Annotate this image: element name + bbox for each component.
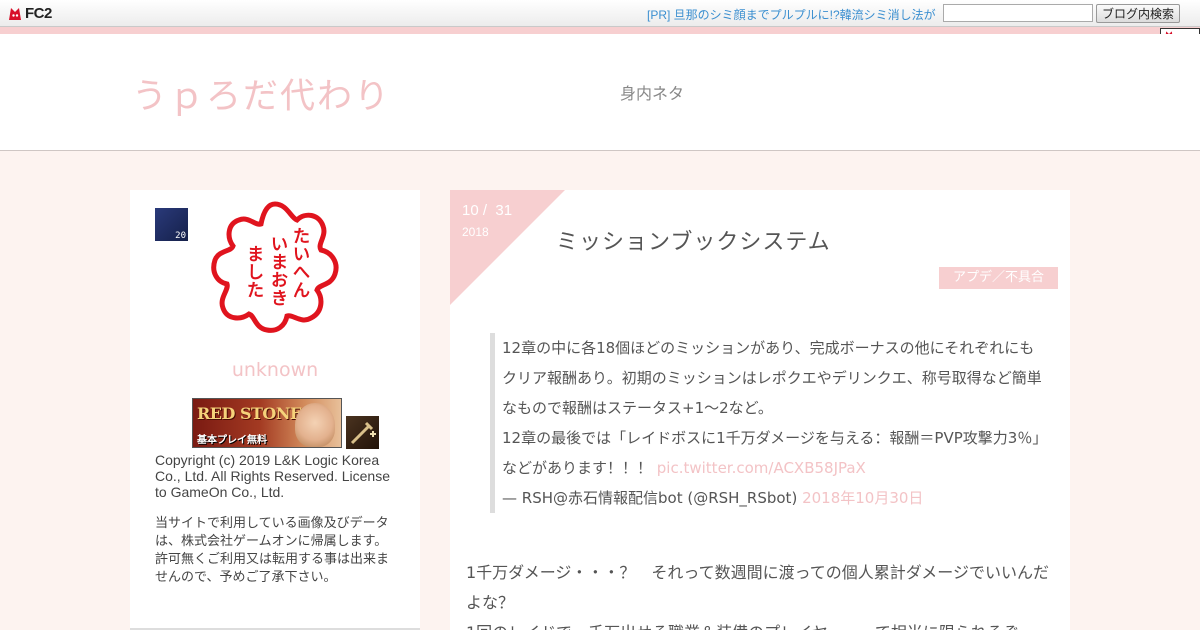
level-badge: 20 xyxy=(175,231,186,241)
tweet-date-link[interactable]: 2018年10月30日 xyxy=(802,489,923,507)
profile-stamp-image: たいへん いまおき ました xyxy=(211,201,339,333)
game-class-icon[interactable]: 20 xyxy=(155,208,188,241)
stamp-text-group: たいへん いまおき ました xyxy=(247,227,310,309)
banner-logo-text: RED STONE xyxy=(197,404,302,423)
quote-author: — RSH@赤石情報配信bot (@RSH_RSbot) xyxy=(502,489,803,507)
svg-text:へ: へ xyxy=(293,263,310,283)
quote-paragraph: 12章の中に各18個ほどのミッションがあり、完成ボーナスの他にそれぞれにもクリア… xyxy=(502,339,1042,417)
svg-text:た: た xyxy=(293,227,310,247)
game-item-icon[interactable] xyxy=(346,416,379,449)
svg-text:い: い xyxy=(293,245,310,265)
fc2-fox-icon xyxy=(9,7,21,20)
svg-text:い: い xyxy=(271,235,288,255)
post-article: 10 / 31 2018 ミッションブックシステム アプデ／不具合 12章の中に… xyxy=(450,190,1070,630)
blog-title[interactable]: うｐろだ代わり xyxy=(132,68,391,119)
svg-text:き: き xyxy=(271,289,288,309)
post-body: 1千万ダメージ・・・？ それって数週間に渡っての個人累計ダメージでいいんだよな？… xyxy=(466,558,1056,630)
sidebar-profile: たいへん いまおき ました unknown 20 RED STONE 基本プレイ… xyxy=(130,190,420,630)
pr-ad-link[interactable]: [PR] 旦那のシミ顔までプルプルに!?韓流シミ消し法が xyxy=(647,6,936,23)
svg-text:ん: ん xyxy=(293,281,310,301)
blog-search-button[interactable]: ブログ内検索 xyxy=(1096,4,1180,23)
fc2-logo[interactable]: FC2 xyxy=(7,4,52,23)
quote-paragraph: 12章の最後では「レイドボスに1千万ダメージを与える：報酬＝PVP攻撃力3％」な… xyxy=(502,423,1046,483)
svg-text:お: お xyxy=(271,271,288,291)
post-category-tag[interactable]: アプデ／不具合 xyxy=(938,267,1058,289)
usage-notice: 当サイトで利用している画像及びデータは、株式会社ゲームオンに帰属します。 許可無… xyxy=(155,515,400,587)
banner-free-text: 基本プレイ無料 xyxy=(197,435,267,446)
post-date-month-day: 10 / 31 xyxy=(462,202,513,219)
svg-text:し: し xyxy=(247,263,264,283)
profile-name: unknown xyxy=(231,359,319,381)
svg-text:ま: ま xyxy=(271,253,288,273)
notice-line: 許可無くご利用又は転用する事は出来ませんので、予めご了承下さい。 xyxy=(155,552,390,585)
red-stone-banner[interactable]: RED STONE 基本プレイ無料 xyxy=(192,398,342,448)
fc2-top-bar: FC2 [PR] 旦那のシミ顔までプルプルに!?韓流シミ消し法が ブログ内検索 xyxy=(0,0,1200,27)
sword-icon xyxy=(350,421,376,445)
svg-text:ま: ま xyxy=(247,245,264,265)
post-title[interactable]: ミッションブックシステム xyxy=(556,224,831,256)
copyright-text: Copyright (c) 2019 L&K Logic Korea Co., … xyxy=(155,452,391,500)
blog-description: 身内ネタ xyxy=(620,84,685,103)
post-body-paragraph: 1千万ダメージ・・・？ それって数週間に渡っての個人累計ダメージでいいんだよな？ xyxy=(466,563,1049,612)
embedded-tweet-quote: 12章の中に各18個ほどのミッションがあり、完成ボーナスの他にそれぞれにもクリア… xyxy=(490,333,1046,513)
post-body-paragraph: 1回のレイドで一千万出せる職業＆装備のプレイヤー…って相当に限られるぞ xyxy=(466,618,1056,630)
blog-search-input[interactable] xyxy=(943,4,1093,22)
quote-attribution: — RSH@赤石情報配信bot (@RSH_RSbot) 2018年10月30日 xyxy=(502,483,1046,513)
blog-header: うｐろだ代わり 身内ネタ xyxy=(0,34,1200,151)
tweet-image-link[interactable]: pic.twitter.com/ACXB58JPaX xyxy=(657,459,866,477)
svg-text:た: た xyxy=(247,281,264,301)
header-accent-strip xyxy=(0,27,1200,34)
notice-line: 当サイトで利用している画像及びデータは、株式会社ゲームオンに帰属します。 xyxy=(155,516,389,549)
fc2-logo-text: FC2 xyxy=(25,5,52,22)
banner-character-image xyxy=(295,403,335,447)
post-date-year: 2018 xyxy=(462,225,489,239)
